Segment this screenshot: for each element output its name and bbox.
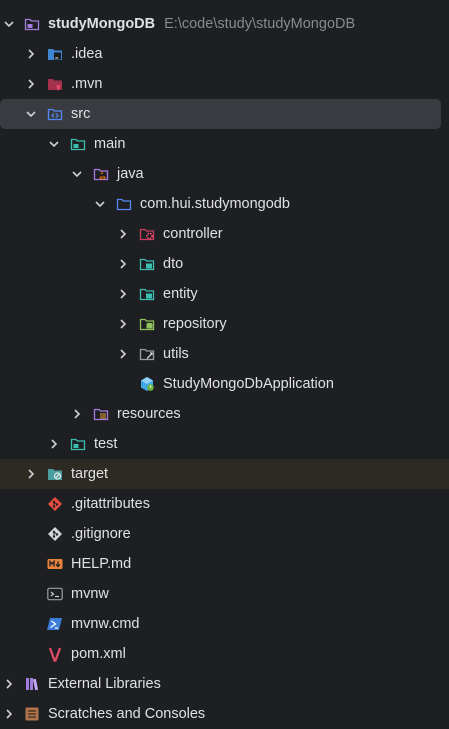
tree-item-label: .gitignore bbox=[71, 526, 131, 542]
chevron-right-icon[interactable] bbox=[0, 699, 18, 729]
tree-item-label: test bbox=[94, 436, 118, 452]
resources-folder-icon bbox=[93, 406, 109, 422]
tree-item-label: utils bbox=[163, 346, 189, 362]
tree-item-target[interactable]: target bbox=[0, 459, 449, 489]
library-icon bbox=[24, 676, 40, 692]
tree-item-label: StudyMongoDbApplication bbox=[163, 376, 334, 392]
project-tree: studyMongoDB E:\code\study\studyMongoDB .… bbox=[0, 9, 449, 729]
maven-folder-icon bbox=[47, 76, 63, 92]
scratches-icon bbox=[24, 706, 40, 722]
tree-item-dto[interactable]: dto bbox=[0, 249, 449, 279]
chevron-right-icon[interactable] bbox=[114, 339, 132, 369]
spring-boot-class-icon bbox=[139, 376, 155, 392]
git-icon bbox=[47, 496, 63, 512]
terminal-icon bbox=[47, 586, 63, 602]
maven-icon bbox=[47, 646, 63, 662]
tree-item-label: .mvn bbox=[71, 76, 103, 92]
tree-item-resources[interactable]: resources bbox=[0, 399, 449, 429]
controller-folder-icon bbox=[139, 226, 155, 242]
tree-item-label: pom.xml bbox=[71, 646, 126, 662]
chevron-right-icon[interactable] bbox=[114, 309, 132, 339]
tree-item-java[interactable]: java bbox=[0, 159, 449, 189]
markdown-icon bbox=[47, 556, 63, 572]
tree-item-scratches[interactable]: Scratches and Consoles bbox=[0, 699, 449, 729]
tree-item-package[interactable]: com.hui.studymongodb bbox=[0, 189, 449, 219]
tree-item-mvnw-cmd[interactable]: mvnw.cmd bbox=[0, 609, 449, 639]
tree-item-src[interactable]: src bbox=[0, 99, 441, 129]
tree-item-main[interactable]: main bbox=[0, 129, 449, 159]
tree-item-label: Scratches and Consoles bbox=[48, 706, 206, 722]
tree-item-mvn[interactable]: .mvn bbox=[0, 69, 449, 99]
source-folder-icon bbox=[47, 106, 63, 122]
tree-item-pom[interactable]: pom.xml bbox=[0, 639, 449, 669]
powershell-icon bbox=[47, 616, 63, 632]
tree-item-label: controller bbox=[163, 226, 223, 242]
test-folder-icon bbox=[70, 436, 86, 452]
chevron-right-icon[interactable] bbox=[114, 249, 132, 279]
tree-item-external-libraries[interactable]: External Libraries bbox=[0, 669, 449, 699]
repository-folder-icon bbox=[139, 316, 155, 332]
chevron-right-icon[interactable] bbox=[0, 669, 18, 699]
tree-item-repository[interactable]: repository bbox=[0, 309, 449, 339]
entity-folder-icon bbox=[139, 286, 155, 302]
java-source-root-icon bbox=[93, 166, 109, 182]
tree-item-label: mvnw bbox=[71, 586, 109, 602]
project-name-text: studyMongoDB bbox=[48, 16, 156, 32]
module-folder-icon bbox=[70, 136, 86, 152]
dto-folder-icon bbox=[139, 256, 155, 272]
tree-item-label: main bbox=[94, 136, 126, 152]
tree-item-label: resources bbox=[117, 406, 181, 422]
tree-item-label: HELP.md bbox=[71, 556, 132, 572]
tree-item-help[interactable]: HELP.md bbox=[0, 549, 449, 579]
tree-item-controller[interactable]: controller bbox=[0, 219, 449, 249]
project-name: studyMongoDB E:\code\study\studyMongoDB bbox=[48, 9, 355, 39]
chevron-right-icon[interactable] bbox=[22, 459, 40, 489]
tree-item-label: .gitattributes bbox=[71, 496, 150, 512]
chevron-down-icon[interactable] bbox=[22, 99, 40, 129]
tree-item-gitattributes[interactable]: .gitattributes bbox=[0, 489, 449, 519]
utils-folder-icon bbox=[139, 346, 155, 362]
tree-item-label: External Libraries bbox=[48, 676, 161, 692]
tree-item-label: target bbox=[71, 466, 109, 482]
tree-item-test[interactable]: test bbox=[0, 429, 449, 459]
tree-item-label: mvnw.cmd bbox=[71, 616, 140, 632]
chevron-right-icon[interactable] bbox=[114, 219, 132, 249]
tree-item-label: .idea bbox=[71, 46, 103, 62]
tree-item-label: com.hui.studymongodb bbox=[140, 196, 290, 212]
project-path: E:\code\study\studyMongoDB bbox=[164, 16, 356, 32]
chevron-down-icon[interactable] bbox=[0, 9, 18, 39]
chevron-right-icon[interactable] bbox=[45, 429, 63, 459]
chevron-right-icon[interactable] bbox=[68, 399, 86, 429]
tree-item-utils[interactable]: utils bbox=[0, 339, 449, 369]
tree-item-gitignore[interactable]: .gitignore bbox=[0, 519, 449, 549]
idea-folder-icon bbox=[47, 46, 63, 62]
chevron-right-icon[interactable] bbox=[22, 69, 40, 99]
tree-item-label: java bbox=[117, 166, 144, 182]
tree-item-mvnw[interactable]: mvnw bbox=[0, 579, 449, 609]
tree-item-entity[interactable]: entity bbox=[0, 279, 449, 309]
tree-item-label: entity bbox=[163, 286, 198, 302]
chevron-down-icon[interactable] bbox=[68, 159, 86, 189]
tree-item-label: repository bbox=[163, 316, 227, 332]
module-folder-icon bbox=[24, 16, 40, 32]
chevron-down-icon[interactable] bbox=[91, 189, 109, 219]
tree-item-project[interactable]: studyMongoDB E:\code\study\studyMongoDB bbox=[0, 9, 449, 39]
chevron-right-icon[interactable] bbox=[22, 39, 40, 69]
git-ignore-icon bbox=[47, 526, 63, 542]
tree-item-label: src bbox=[71, 106, 91, 122]
excluded-folder-icon bbox=[47, 466, 63, 482]
package-icon bbox=[116, 196, 132, 212]
tree-item-application[interactable]: StudyMongoDbApplication bbox=[0, 369, 449, 399]
chevron-down-icon[interactable] bbox=[45, 129, 63, 159]
tree-item-idea[interactable]: .idea bbox=[0, 39, 449, 69]
tree-item-label: dto bbox=[163, 256, 184, 272]
chevron-right-icon[interactable] bbox=[114, 279, 132, 309]
